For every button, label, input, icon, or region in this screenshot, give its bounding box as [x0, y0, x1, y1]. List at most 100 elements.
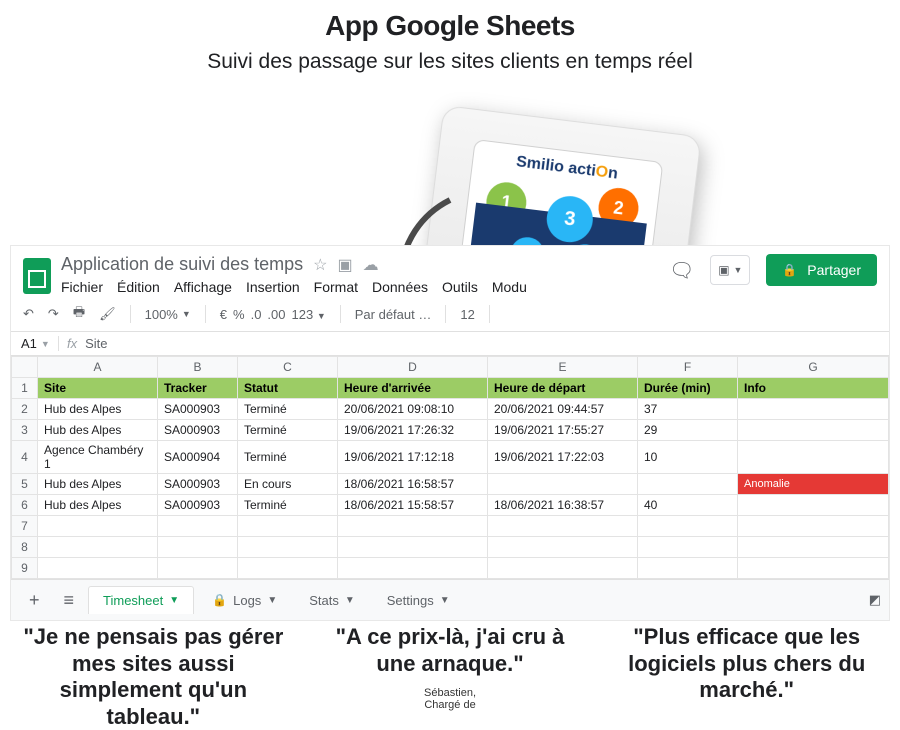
menu-view[interactable]: Affichage — [174, 279, 232, 295]
row-header[interactable]: 8 — [12, 537, 38, 558]
cell[interactable]: SA000903 — [158, 474, 238, 495]
col-header[interactable]: C — [238, 357, 338, 378]
cell[interactable]: 18/06/2021 16:58:57 — [338, 474, 488, 495]
cell[interactable] — [738, 399, 889, 420]
cell[interactable]: 19/06/2021 17:26:32 — [338, 420, 488, 441]
paint-format-icon[interactable]: 🖌 — [99, 306, 116, 322]
sheet-tab-logs[interactable]: 🔒Logs ▼ — [198, 586, 291, 614]
row-header[interactable]: 7 — [12, 516, 38, 537]
decrease-decimal[interactable]: .0 — [251, 307, 262, 322]
row-header[interactable]: 3 — [12, 420, 38, 441]
cloud-status-icon: ☁ — [363, 255, 379, 275]
toolbar: ↶ ↷ 🖶 🖌 100%▼ € % .0 .00 123 ▼ Par défau… — [11, 297, 889, 332]
cell[interactable]: 19/06/2021 17:12:18 — [338, 441, 488, 474]
col-header[interactable]: G — [738, 357, 889, 378]
spreadsheet-grid[interactable]: A B C D E F G 1SiteTrackerStatutHeure d'… — [11, 356, 889, 579]
row-header[interactable]: 6 — [12, 495, 38, 516]
cell[interactable]: Hub des Alpes — [38, 495, 158, 516]
cell[interactable]: 37 — [638, 399, 738, 420]
menu-data[interactable]: Données — [372, 279, 428, 295]
cell[interactable]: 18/06/2021 16:38:57 — [488, 495, 638, 516]
cell[interactable] — [638, 474, 738, 495]
cell[interactable]: Terminé — [238, 441, 338, 474]
font-select[interactable]: Par défaut … — [355, 307, 432, 322]
cell[interactable]: Hub des Alpes — [38, 420, 158, 441]
cell[interactable] — [738, 495, 889, 516]
formula-input[interactable] — [85, 336, 889, 351]
menu-insert[interactable]: Insertion — [246, 279, 300, 295]
cell[interactable]: 20/06/2021 09:08:10 — [338, 399, 488, 420]
cell[interactable] — [738, 441, 889, 474]
cell[interactable]: Agence Chambéry 1 — [38, 441, 158, 474]
cell[interactable]: 29 — [638, 420, 738, 441]
cell[interactable]: Terminé — [238, 399, 338, 420]
col-header[interactable]: E — [488, 357, 638, 378]
move-folder-icon[interactable]: ▣ — [337, 255, 352, 275]
number-format[interactable]: 123 ▼ — [292, 307, 326, 322]
cell[interactable]: 19/06/2021 17:22:03 — [488, 441, 638, 474]
cell[interactable]: En cours — [238, 474, 338, 495]
meet-button[interactable]: ▣ ▼ — [710, 255, 750, 285]
menu-addons[interactable]: Modu — [492, 279, 527, 295]
cell[interactable]: SA000903 — [158, 420, 238, 441]
menu-edit[interactable]: Édition — [117, 279, 160, 295]
zoom-select[interactable]: 100%▼ — [145, 307, 191, 322]
cell[interactable]: Terminé — [238, 420, 338, 441]
row-header[interactable]: 2 — [12, 399, 38, 420]
header-cell[interactable]: Info — [738, 378, 889, 399]
cell[interactable]: Hub des Alpes — [38, 474, 158, 495]
header-cell[interactable]: Site — [38, 378, 158, 399]
header-cell[interactable]: Heure d'arrivée — [338, 378, 488, 399]
row-header[interactable]: 4 — [12, 441, 38, 474]
col-header[interactable]: D — [338, 357, 488, 378]
menu-format[interactable]: Format — [314, 279, 358, 295]
explore-icon[interactable]: ◩ — [869, 592, 881, 608]
cell[interactable]: SA000903 — [158, 399, 238, 420]
comments-icon[interactable]: 🗨 — [669, 258, 694, 283]
cell[interactable]: 18/06/2021 15:58:57 — [338, 495, 488, 516]
cell[interactable] — [738, 420, 889, 441]
col-header[interactable]: A — [38, 357, 158, 378]
share-button[interactable]: 🔒Partager — [766, 254, 877, 286]
sheet-tab-stats[interactable]: Stats ▼ — [295, 586, 369, 614]
lock-icon: 🔒 — [212, 593, 227, 607]
all-sheets-button[interactable]: ≡ — [54, 589, 85, 611]
increase-decimal[interactable]: .00 — [267, 307, 285, 322]
undo-icon[interactable]: ↶ — [23, 306, 34, 322]
currency-icon[interactable]: € — [220, 307, 227, 322]
menu-tools[interactable]: Outils — [442, 279, 478, 295]
cell[interactable]: 10 — [638, 441, 738, 474]
redo-icon[interactable]: ↷ — [48, 306, 59, 322]
col-header[interactable]: F — [638, 357, 738, 378]
sheet-tab-settings[interactable]: Settings ▼ — [373, 586, 464, 614]
cell[interactable]: Terminé — [238, 495, 338, 516]
cell[interactable]: 20/06/2021 09:44:57 — [488, 399, 638, 420]
star-icon[interactable]: ☆ — [313, 255, 327, 275]
percent-icon[interactable]: % — [233, 307, 245, 322]
select-all-cell[interactable] — [12, 357, 38, 378]
font-size-select[interactable]: 12 — [460, 307, 474, 322]
sheet-tab-timesheet[interactable]: Timesheet ▼ — [88, 586, 194, 614]
row-header[interactable]: 5 — [12, 474, 38, 495]
name-box[interactable]: A1▼ — [11, 336, 59, 351]
header-cell[interactable]: Statut — [238, 378, 338, 399]
chevron-down-icon: ▼ — [345, 595, 355, 606]
menubar: Fichier Édition Affichage Insertion Form… — [61, 279, 659, 295]
cell[interactable] — [488, 474, 638, 495]
cell[interactable]: SA000904 — [158, 441, 238, 474]
row-header[interactable]: 1 — [12, 378, 38, 399]
header-cell[interactable]: Heure de départ — [488, 378, 638, 399]
header-cell[interactable]: Durée (min) — [638, 378, 738, 399]
cell[interactable]: Anomalie — [738, 474, 889, 495]
doc-name[interactable]: Application de suivi des temps — [61, 254, 303, 275]
row-header[interactable]: 9 — [12, 558, 38, 579]
add-sheet-button[interactable]: + — [19, 589, 50, 611]
header-cell[interactable]: Tracker — [158, 378, 238, 399]
print-icon[interactable]: 🖶 — [73, 303, 85, 325]
menu-file[interactable]: Fichier — [61, 279, 103, 295]
cell[interactable]: SA000903 — [158, 495, 238, 516]
cell[interactable]: Hub des Alpes — [38, 399, 158, 420]
cell[interactable]: 19/06/2021 17:55:27 — [488, 420, 638, 441]
col-header[interactable]: B — [158, 357, 238, 378]
cell[interactable]: 40 — [638, 495, 738, 516]
